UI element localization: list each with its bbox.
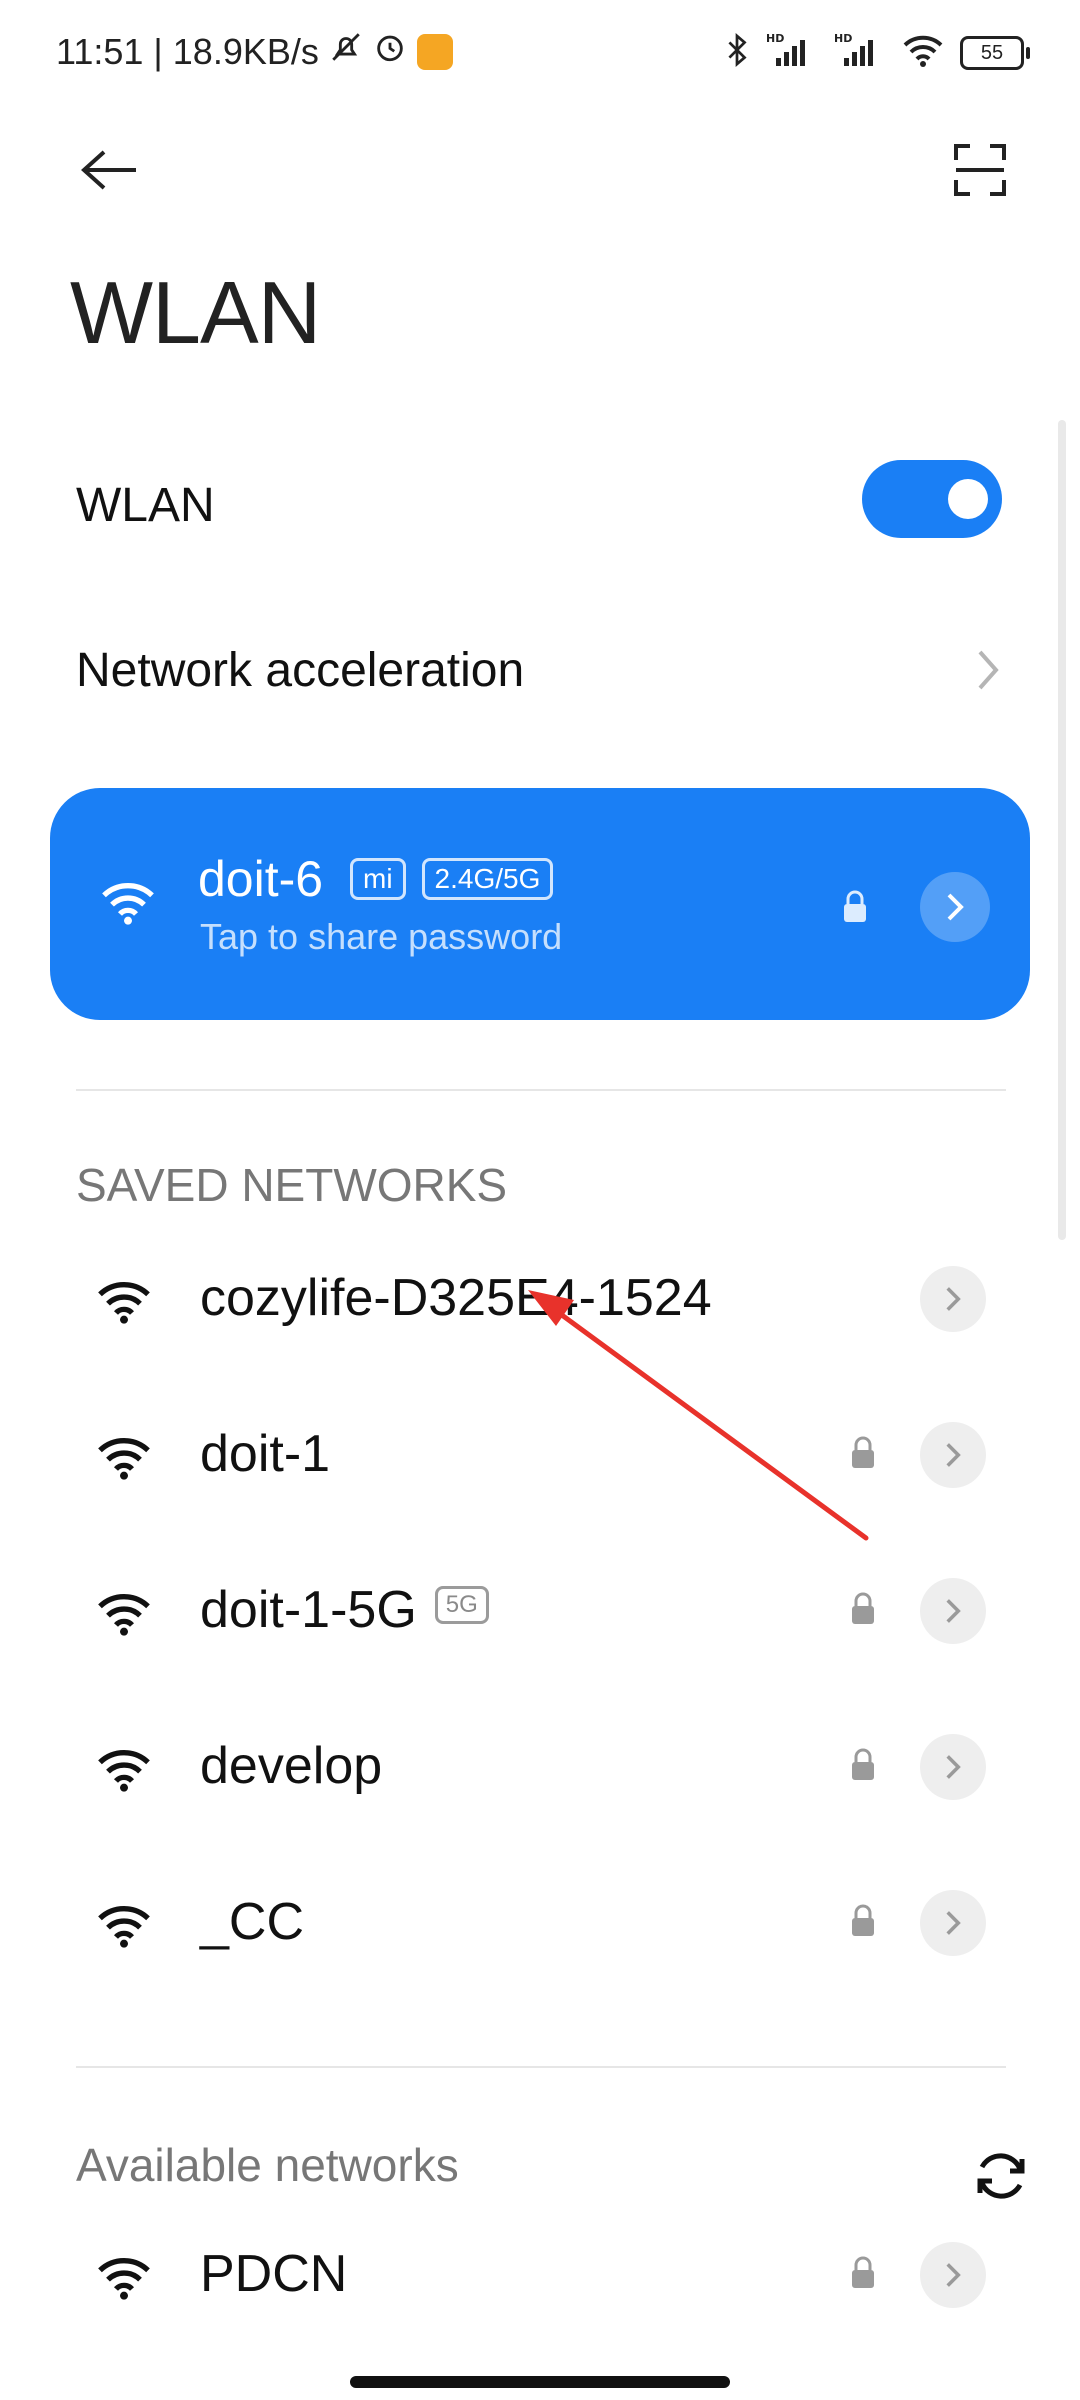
lock-icon — [848, 1436, 878, 1475]
network-details-button[interactable] — [920, 872, 990, 942]
alarm-icon — [373, 30, 407, 73]
wifi-icon — [100, 878, 156, 931]
scan-icon — [954, 144, 1006, 196]
network-name: _CC — [200, 1893, 305, 1951]
band-badge: 2.4G/5G — [421, 858, 554, 900]
wlan-toggle[interactable] — [862, 460, 1002, 538]
status-bar: 11:51 | 18.9KB/s HD HD 55 — [0, 0, 1080, 110]
network-details-button[interactable] — [920, 2242, 986, 2308]
divider — [76, 2066, 1006, 2068]
hd-signal-icon: HD — [766, 32, 818, 73]
lock-icon — [848, 2256, 878, 2295]
page-title: WLAN — [70, 263, 321, 362]
network-details-button[interactable] — [920, 1422, 986, 1488]
network-name: doit-1 — [200, 1425, 331, 1483]
chevron-right-icon — [968, 640, 1008, 700]
lock-icon — [840, 890, 870, 929]
network-details-button[interactable] — [920, 1890, 986, 1956]
saved-network-row[interactable]: _CC — [0, 1848, 1080, 1998]
toggle-knob — [948, 479, 988, 519]
bluetooth-icon — [724, 32, 750, 73]
wlan-label: WLAN — [76, 478, 215, 532]
saved-network-row[interactable]: doit-1-5G 5G — [0, 1536, 1080, 1686]
wifi-icon — [96, 1590, 152, 1641]
divider — [76, 1089, 1006, 1091]
chevron-right-icon — [947, 893, 964, 921]
network-name: PDCN — [200, 2245, 348, 2303]
band-badge: 5G — [434, 1586, 489, 1625]
saved-network-row[interactable]: doit-1 — [0, 1380, 1080, 1530]
mi-badge: mi — [350, 858, 406, 900]
saved-networks-title: SAVED NETWORKS — [76, 1159, 508, 1211]
chevron-right-icon — [946, 1599, 961, 1623]
share-password-hint: Tap to share password — [200, 916, 563, 957]
svg-text:HD: HD — [834, 32, 852, 45]
available-network-row[interactable]: PDCN — [0, 2200, 1080, 2350]
lock-icon — [848, 1748, 878, 1787]
wifi-icon — [96, 1746, 152, 1797]
network-details-button[interactable] — [920, 1266, 986, 1332]
mute-icon — [329, 30, 363, 73]
connected-network-card[interactable]: doit-6 mi 2.4G/5G Tap to share password — [50, 788, 1030, 1020]
network-acceleration-row[interactable]: Network acceleration — [0, 615, 1080, 725]
wifi-icon — [96, 1278, 152, 1329]
wifi-icon — [96, 1902, 152, 1953]
refresh-icon — [977, 2153, 1025, 2199]
network-name: cozylife-D325E4-1524 — [200, 1269, 712, 1327]
network-acceleration-label: Network acceleration — [76, 643, 525, 697]
saved-network-row[interactable]: develop — [0, 1692, 1080, 1842]
status-time-speed: 11:51 | 18.9KB/s — [56, 30, 319, 72]
network-details-button[interactable] — [920, 1734, 986, 1800]
status-left: 11:51 | 18.9KB/s — [56, 30, 453, 73]
svg-text:HD: HD — [766, 32, 784, 45]
network-name: develop — [200, 1737, 383, 1795]
available-networks-title: Available networks — [76, 2139, 459, 2191]
hd-signal-icon: HD — [834, 32, 886, 73]
network-name: doit-1-5G — [200, 1581, 417, 1639]
app-notification-icon — [416, 33, 453, 70]
connected-badges: mi 2.4G/5G — [350, 858, 554, 900]
wifi-icon — [96, 1434, 152, 1485]
home-indicator[interactable] — [350, 2376, 730, 2388]
lock-icon — [848, 1904, 878, 1943]
connected-network-name: doit-6 — [198, 851, 324, 907]
battery-icon: 55 — [960, 35, 1030, 70]
chevron-right-icon — [946, 1755, 961, 1779]
wifi-icon — [96, 2254, 152, 2305]
back-button[interactable] — [70, 130, 150, 210]
arrow-left-icon — [81, 150, 136, 190]
status-right: HD HD 55 — [724, 32, 1030, 73]
network-name-wrapper: doit-1-5G 5G — [200, 1580, 489, 1640]
chevron-right-icon — [946, 1443, 961, 1467]
chevron-right-icon — [946, 1911, 961, 1935]
lock-icon — [848, 1592, 878, 1631]
wifi-icon — [902, 33, 944, 72]
network-details-button[interactable] — [920, 1578, 986, 1644]
scan-button[interactable] — [940, 130, 1020, 210]
chevron-right-icon — [946, 2263, 961, 2287]
chevron-right-icon — [946, 1287, 961, 1311]
saved-network-row[interactable]: cozylife-D325E4-1524 — [0, 1224, 1080, 1374]
